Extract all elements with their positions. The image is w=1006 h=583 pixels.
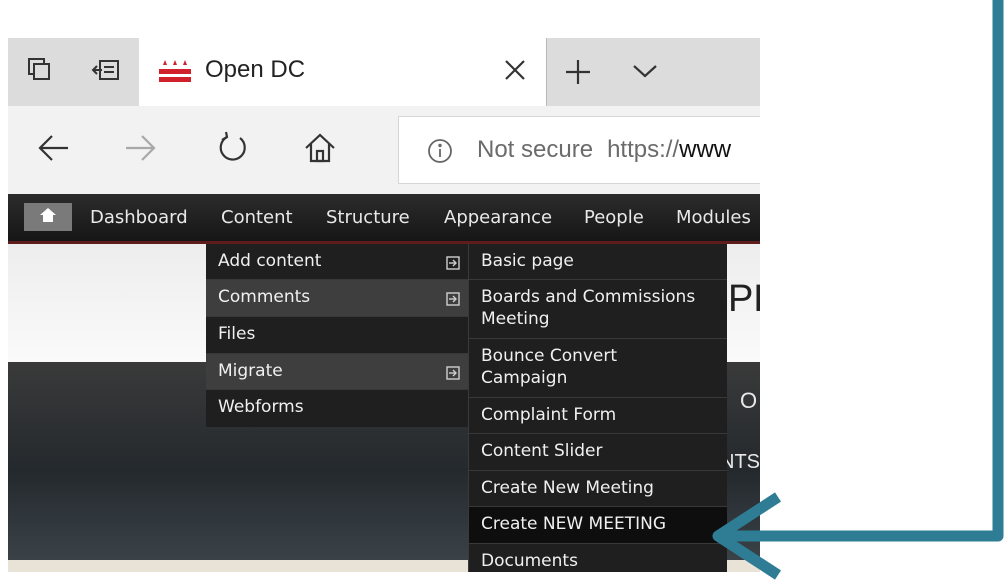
menu-item-label: Complaint Form	[481, 405, 617, 425]
not-secure-label: Not secure	[477, 136, 594, 163]
menu-item-add-content[interactable]: Add content	[206, 244, 468, 280]
submenu-item-bounce-convert-campaign[interactable]: Bounce Convert Campaign	[469, 339, 727, 398]
menu-item-label: Add content	[218, 251, 322, 271]
submenu-item-content-slider[interactable]: Content Slider	[469, 434, 727, 471]
menu-item-label: Migrate	[218, 361, 283, 381]
tab-title: Open DC	[205, 56, 306, 83]
menu-item-label: Create NEW MEETING	[481, 514, 666, 534]
submenu-item-documents[interactable]: Documents	[469, 544, 727, 572]
content-dropdown: Add content Comments Files Migrate Webfo…	[206, 244, 468, 427]
hero-text-peek: O	[740, 388, 758, 413]
url-scheme: https://	[607, 136, 680, 163]
menu-item-migrate[interactable]: Migrate	[206, 354, 468, 390]
menu-item-label: Files	[218, 324, 256, 344]
add-content-submenu: Basic page Boards and Commissions Meetin…	[468, 244, 727, 572]
toolbar-item-modules[interactable]: Modules	[676, 207, 751, 228]
header-text-peek: PE	[728, 278, 760, 320]
screenshot-region: Open DC Not secure https://www Dashboard…	[8, 38, 760, 572]
plus-icon[interactable]	[564, 58, 592, 90]
toolbar-item-content[interactable]: Content	[221, 207, 293, 228]
toolbar-item-dashboard[interactable]: Dashboard	[90, 207, 188, 228]
toolbar-item-structure[interactable]: Structure	[326, 207, 410, 228]
submenu-arrow-icon	[446, 254, 460, 276]
tab-stack-icon	[26, 56, 54, 88]
address-bar[interactable]: Not secure https://www	[398, 116, 760, 184]
submenu-item-boards-and-commissions-meeting[interactable]: Boards and Commissions Meeting	[469, 280, 727, 339]
menu-item-label: Webforms	[218, 397, 304, 417]
tab-open-dc[interactable]: Open DC	[139, 38, 547, 106]
url-text: Not secure https://www	[477, 136, 731, 164]
chevron-down-icon[interactable]	[631, 62, 659, 84]
menu-item-label: Comments	[218, 287, 311, 307]
arrow-left-icon[interactable]	[36, 130, 72, 170]
admin-toolbar: Dashboard Content Structure Appearance P…	[8, 194, 760, 244]
toolbar-item-people[interactable]: People	[584, 207, 644, 228]
menu-item-label: Boards and Commissions Meeting	[481, 287, 696, 329]
submenu-item-create-new-meeting[interactable]: Create New Meeting	[469, 471, 727, 507]
menu-item-comments[interactable]: Comments	[206, 280, 468, 317]
dc-flag-icon	[159, 60, 191, 88]
toolbar-home-button[interactable]	[24, 203, 72, 231]
menu-item-webforms[interactable]: Webforms	[206, 390, 468, 427]
tab-strip: Open DC	[8, 38, 760, 106]
info-icon[interactable]	[427, 138, 453, 168]
submenu-arrow-icon	[446, 290, 460, 312]
url-host: www	[679, 136, 732, 163]
menu-item-label: Content Slider	[481, 441, 603, 461]
refresh-icon[interactable]	[214, 130, 250, 170]
set-aside-tabs-icon	[91, 57, 121, 87]
submenu-arrow-icon	[446, 364, 460, 386]
arrow-right-icon[interactable]	[122, 130, 158, 170]
menu-item-label: Documents	[481, 551, 578, 571]
menu-item-label: Basic page	[481, 251, 574, 271]
submenu-item-create-new-meeting-caps[interactable]: Create NEW MEETING	[469, 507, 727, 544]
submenu-item-complaint-form[interactable]: Complaint Form	[469, 398, 727, 434]
home-icon[interactable]	[302, 130, 338, 170]
navigation-bar: Not secure https://www	[8, 106, 760, 194]
home-icon	[39, 207, 57, 227]
close-icon[interactable]	[502, 57, 528, 87]
menu-item-label: Create New Meeting	[481, 478, 654, 498]
set-aside-tabs-button[interactable]	[74, 38, 138, 106]
tab-actions-button[interactable]	[8, 38, 72, 106]
menu-item-files[interactable]: Files	[206, 317, 468, 354]
submenu-item-basic-page[interactable]: Basic page	[469, 244, 727, 280]
menu-item-label: Bounce Convert Campaign	[481, 346, 618, 388]
toolbar-item-appearance[interactable]: Appearance	[444, 207, 552, 228]
